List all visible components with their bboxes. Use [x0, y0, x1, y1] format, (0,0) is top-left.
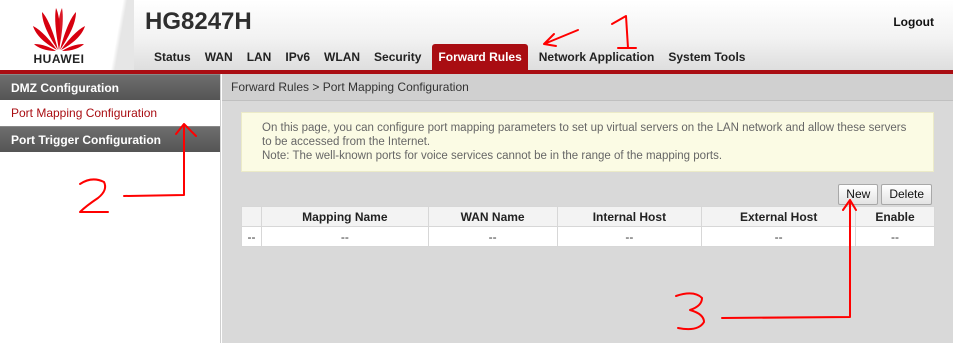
nav-security[interactable]: Security — [367, 44, 428, 70]
nav-wan[interactable]: WAN — [198, 44, 240, 70]
header-divider — [104, 0, 134, 70]
huawei-logo: HUAWEI — [0, 0, 118, 70]
port-mapping-table: Mapping Name WAN Name Internal Host Exte… — [241, 206, 935, 247]
nav-ipv6[interactable]: IPv6 — [278, 44, 317, 70]
breadcrumb: Forward Rules > Port Mapping Configurati… — [222, 74, 953, 101]
sidebar: DMZ Configuration Port Mapping Configura… — [0, 74, 221, 343]
notice-text: On this page, you can configure port map… — [262, 122, 907, 148]
notice-note: Note: The well-known ports for voice ser… — [262, 150, 723, 162]
main-nav: Status WAN LAN IPv6 WLAN Security Forwar… — [147, 44, 752, 70]
cell-mapping-name: -- — [260, 226, 429, 247]
nav-lan[interactable]: LAN — [240, 44, 279, 70]
nav-wlan[interactable]: WLAN — [317, 44, 367, 70]
header-mapping-name: Mapping Name — [260, 206, 429, 227]
delete-button[interactable]: Delete — [881, 184, 932, 205]
header-internal-host: Internal Host — [556, 206, 703, 227]
cell-enable: -- — [855, 226, 935, 247]
table-header-row: Mapping Name WAN Name Internal Host Exte… — [241, 206, 935, 227]
header-select — [241, 206, 262, 227]
sidebar-item-port-trigger[interactable]: Port Trigger Configuration — [0, 126, 220, 152]
header: HUAWEI HG8247H Logout Status WAN LAN IPv… — [0, 0, 953, 70]
table-toolbar: New Delete — [838, 184, 932, 205]
logo-wordmark: HUAWEI — [33, 52, 85, 66]
cell-wan-name: -- — [427, 226, 558, 247]
cell-external-host: -- — [701, 226, 857, 247]
product-title: HG8247H — [145, 8, 252, 35]
nav-forward-rules[interactable]: Forward Rules — [432, 44, 528, 70]
header-external-host: External Host — [701, 206, 857, 227]
logout-link[interactable]: Logout — [893, 15, 934, 29]
main-content: Forward Rules > Port Mapping Configurati… — [222, 74, 953, 343]
header-enable: Enable — [855, 206, 935, 227]
new-button[interactable]: New — [838, 184, 879, 205]
cell-internal-host: -- — [556, 226, 703, 247]
nav-network-application[interactable]: Network Application — [532, 44, 662, 70]
header-wan-name: WAN Name — [427, 206, 558, 227]
nav-system-tools[interactable]: System Tools — [661, 44, 752, 70]
sidebar-item-port-mapping[interactable]: Port Mapping Configuration — [0, 100, 220, 126]
info-notice: On this page, you can configure port map… — [241, 112, 934, 172]
cell-select: -- — [241, 226, 262, 247]
nav-status[interactable]: Status — [147, 44, 198, 70]
huawei-flower-icon — [33, 8, 85, 51]
table-row[interactable]: -- -- -- -- -- -- — [241, 226, 935, 247]
sidebar-item-dmz[interactable]: DMZ Configuration — [0, 74, 220, 100]
